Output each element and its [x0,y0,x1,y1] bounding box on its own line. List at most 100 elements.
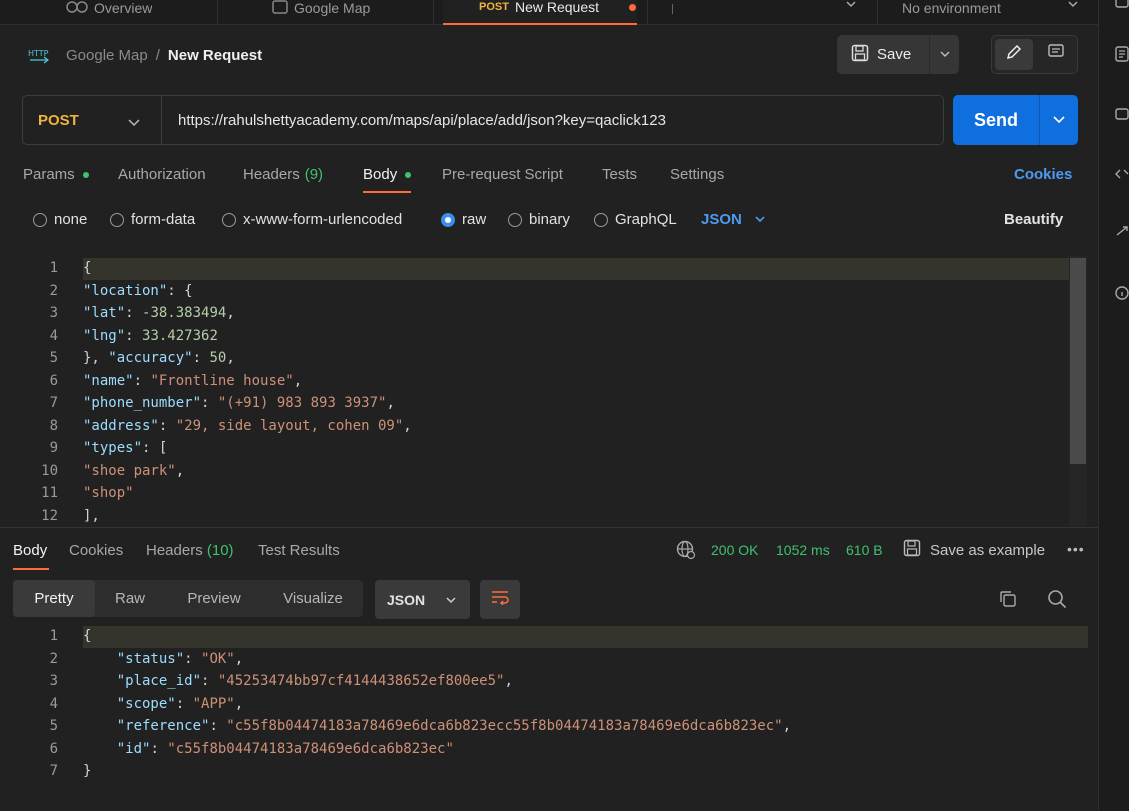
search-icon[interactable] [1047,589,1067,614]
send-button[interactable]: Send [953,95,1039,145]
code-text: "phone_number": "(+91) 983 893 3937", [83,392,395,415]
environment-chevron-icon[interactable] [1067,0,1079,14]
line-number: 7 [49,395,58,411]
tab-authorization[interactable]: Authorization [118,166,206,183]
network-globe-icon[interactable] [676,540,696,564]
radio-none[interactable]: none [33,211,87,228]
copy-icon[interactable] [998,589,1018,614]
response-size[interactable]: 610 B [846,542,883,558]
cookies-link[interactable]: Cookies [1014,166,1072,183]
resp-tab-cookies[interactable]: Cookies [69,542,123,559]
code-token: , [386,395,395,411]
code-token: : [125,327,143,344]
code-token: } [83,763,92,779]
save-button[interactable]: Save [837,35,929,74]
radio-circle-icon [33,212,47,227]
code-line: 4 "lng": 33.427362 [13,325,1088,348]
pane-divider[interactable] [0,527,1098,528]
code-line: 3 "place_id": "45253474bb97cf4144438652e… [13,670,1088,693]
response-time[interactable]: 1052 ms [776,542,830,558]
code-token: : [150,740,168,757]
code-text: { [83,257,91,280]
documentation-icon[interactable] [1115,46,1129,62]
headers-count: (9) [304,166,324,183]
view-visualize[interactable]: Visualize [269,580,357,617]
resp-tab-headers[interactable]: Headers (10) [146,542,234,559]
tab-new-request-label: New Request [514,0,599,15]
editor-scrollbar[interactable] [1069,256,1087,526]
tab-tests-label: Tests [602,166,638,183]
view-preview[interactable]: Preview [173,580,255,617]
code-token: "place_id" [116,673,202,689]
code-line: 2 "status": "OK", [13,648,1088,671]
tab-list-chevron-icon[interactable] [845,0,857,14]
code-token: "name" [83,372,134,389]
method-select[interactable]: POST [23,96,162,144]
tab-google-map[interactable]: Google Map [272,0,370,25]
code-text: }, "accuracy": 50, [83,347,235,370]
code-line: 6 "name": "Frontline house", [13,370,1088,393]
tab-overview-label: Overview [94,0,153,16]
line-number: 1 [49,628,58,644]
environment-selector[interactable]: No environment [902,0,1001,25]
http-request-icon: HTTP [28,46,50,64]
radio-graphql[interactable]: GraphQL [594,211,677,228]
response-format-select[interactable]: JSON [375,580,470,619]
save-button-label: Save [877,46,912,63]
tab-params[interactable]: Params [23,166,89,183]
tab-settings-label: Settings [670,166,725,183]
view-raw[interactable]: Raw [99,580,161,617]
url-input[interactable]: https://rahulshettyacademy.com/maps/api/… [178,96,666,144]
tab-new-request[interactable]: POST New Request [443,0,637,25]
radio-urlencoded[interactable]: x-www-form-urlencoded [222,211,402,228]
breadcrumb-collection[interactable]: Google Map [66,47,148,64]
response-body-viewer[interactable]: 1 {2 "status": "OK", 3 "place_id": "452534… [13,625,1088,785]
save-options-dropdown[interactable] [929,35,959,74]
info-icon[interactable] [1115,286,1129,302]
line-number: 6 [49,740,58,757]
tab-pre-request-script[interactable]: Pre-request Script [442,166,563,183]
radio-raw[interactable]: raw [441,211,486,228]
code-token: 50 [209,350,227,366]
tab-params-label: Params [23,166,75,183]
code-line: 12], [13,505,1088,526]
save-as-example-button[interactable]: Save as example [903,539,1045,561]
radio-binary[interactable]: binary [508,211,570,228]
tab-headers[interactable]: Headers (9) [243,166,323,183]
radio-checked-icon [441,212,455,227]
raw-format-select[interactable]: JSON [701,211,766,228]
code-snippet-icon[interactable] [1115,167,1129,183]
wrap-lines-button[interactable] [480,580,520,619]
code-text: "address": "29, side layout, cohen 09", [83,415,412,438]
tab-overview[interactable]: Overview [66,0,152,25]
code-token: , [403,417,412,434]
code-token: , [175,462,185,479]
view-pretty[interactable]: Pretty [13,580,95,617]
environment-quicklook-icon[interactable] [1115,0,1129,10]
beautify-link[interactable]: Beautify [1004,211,1063,228]
comments-icon[interactable] [1115,108,1129,124]
raw-format-label: JSON [701,211,742,228]
tab-tests[interactable]: Tests [602,166,637,183]
code-text: "location": { [83,280,193,303]
more-options-icon[interactable]: ••• [1067,541,1085,557]
tab-settings[interactable]: Settings [670,166,724,183]
related-collections-icon[interactable] [1115,225,1129,241]
tab-authorization-label: Authorization [118,166,206,183]
scrollbar-thumb[interactable] [1070,258,1086,464]
line-number: 3 [49,305,58,321]
radio-form-data[interactable]: form-data [110,211,195,228]
request-name[interactable]: New Request [168,47,262,64]
request-body-editor[interactable]: 1{2 "location": {3 "lat": -38.383494, 4 "lng… [13,256,1088,525]
resp-tab-body[interactable]: Body [13,542,47,559]
status-code[interactable]: 200 OK [711,542,758,558]
tab-body[interactable]: Body [363,166,412,183]
edit-pencil-button[interactable] [995,39,1033,70]
resp-tab-test-results[interactable]: Test Results [258,542,340,559]
code-text: { [83,625,91,648]
code-line: 5}, "accuracy": 50, [13,347,1088,370]
comments-button[interactable] [1038,39,1074,70]
send-options-dropdown[interactable] [1039,95,1078,145]
